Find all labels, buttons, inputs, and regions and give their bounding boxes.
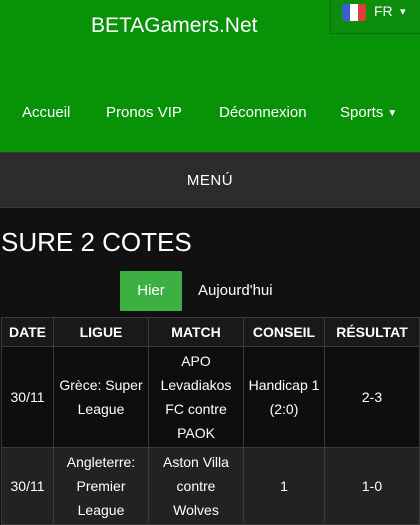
cell-result: 2-3 xyxy=(324,346,420,448)
column-header-resultat: RÉSULTAT xyxy=(324,317,420,347)
cell-tip: 1 xyxy=(243,447,325,525)
table-row: 30/11 Angleterre: Premier League Aston V… xyxy=(1,447,420,525)
cell-league: Angleterre: Premier League xyxy=(53,447,149,525)
menu-bar[interactable]: MENÚ xyxy=(0,152,420,208)
table-row: 30/11 Grèce: Super League APO Levadiakos… xyxy=(1,346,420,448)
column-header-ligue: LIGUE xyxy=(53,317,149,347)
caret-down-icon: ▼ xyxy=(387,108,398,119)
cell-result: 1-0 xyxy=(324,447,420,525)
nav-sports[interactable]: Sports ▼ xyxy=(340,104,397,121)
day-tabs: Hier Aujourd'hui xyxy=(0,271,420,311)
language-selector[interactable]: FR ▾ xyxy=(330,0,420,34)
cell-league: Grèce: Super League xyxy=(53,346,149,448)
cell-tip: Handicap 1 (2:0) xyxy=(243,346,325,448)
page-title: SURE 2 COTES xyxy=(1,227,192,257)
cell-match: APO Levadiakos FC contre PAOK xyxy=(148,346,244,448)
menu-label: MENÚ xyxy=(186,172,234,189)
cell-date: 30/11 xyxy=(1,447,54,525)
cell-date: 30/11 xyxy=(1,346,54,448)
tips-table: DATE LIGUE MATCH CONSEIL RÉSULTAT 30/11 … xyxy=(1,317,420,525)
column-header-match: MATCH xyxy=(148,317,244,347)
column-header-date: DATE xyxy=(1,317,54,347)
cell-match: Aston Villa contre Wolves xyxy=(148,447,244,525)
column-header-conseil: CONSEIL xyxy=(243,317,325,347)
nav-pronos-vip[interactable]: Pronos VIP xyxy=(106,104,182,121)
flag-stripe-white xyxy=(350,4,358,21)
language-label: FR xyxy=(374,3,393,19)
nav-sports-label: Sports xyxy=(340,104,384,121)
table-header-row: DATE LIGUE MATCH CONSEIL RÉSULTAT xyxy=(1,317,420,347)
french-flag-icon xyxy=(342,4,366,21)
tab-aujourdhui[interactable]: Aujourd'hui xyxy=(198,271,273,311)
chevron-down-icon: ▾ xyxy=(400,6,406,18)
site-header: BETAGamers.Net FR ▾ Accueil Pronos VIP D… xyxy=(0,0,420,152)
flag-stripe-red xyxy=(358,4,366,21)
site-title[interactable]: BETAGamers.Net xyxy=(91,14,257,38)
nav-deconnexion[interactable]: Déconnexion xyxy=(219,104,307,121)
flag-stripe-blue xyxy=(342,4,350,21)
nav-accueil[interactable]: Accueil xyxy=(22,104,70,121)
tab-hier[interactable]: Hier xyxy=(120,271,182,311)
